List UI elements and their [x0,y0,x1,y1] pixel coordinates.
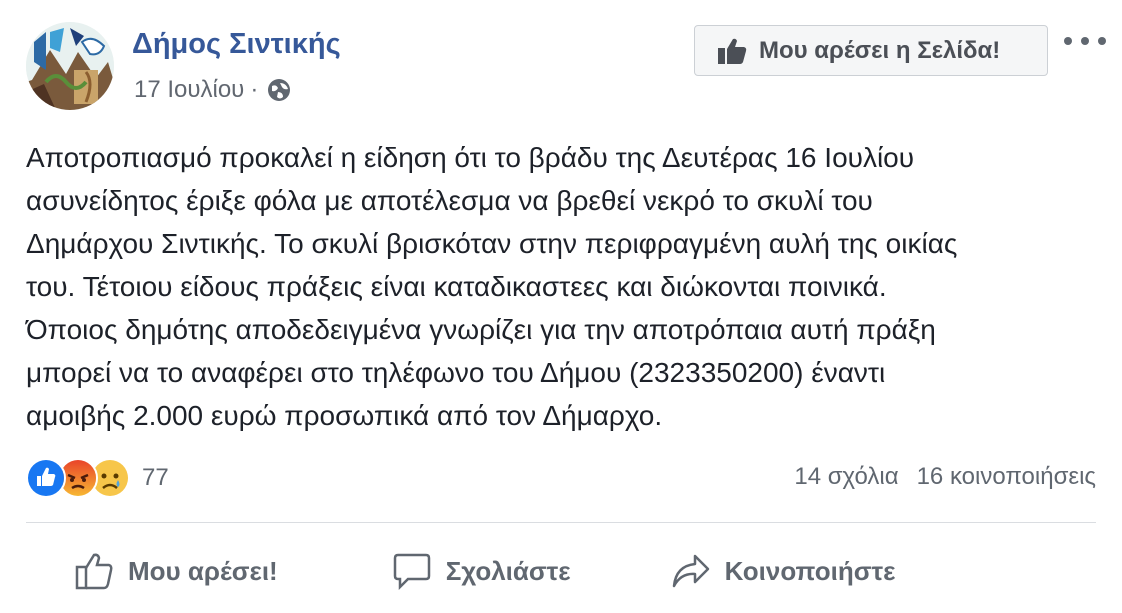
thumbs-up-icon [75,553,113,590]
comments-count-link[interactable]: 14 σχόλια [794,463,898,491]
more-dot-icon [1064,37,1072,45]
post-line: ασυνείδητος έριξε φόλα με αποτέλεσμα να … [26,185,873,216]
post-date[interactable]: 17 Ιουλίου [134,76,244,104]
engagement-counts: 14 σχόλια 16 κοινοποιήσεις [794,463,1096,491]
more-options-button[interactable] [1064,28,1106,54]
post-body: Αποτροπιασμό προκαλεί η είδηση ότι το βρ… [26,136,1106,437]
post-line: Όποιος δημότης αποδεδειγμένα γνωρίζει γι… [26,314,936,345]
like-button[interactable]: Μου αρέσει! [74,538,278,604]
reactions-summary[interactable]: 77 [26,456,169,500]
post-line: αμοιβής 2.000 ευρώ προσωπικά από τον Δήμ… [26,400,663,431]
post-meta: 17 Ιουλίου · [134,76,292,104]
like-page-label: Μου αρέσει η Σελίδα! [759,36,1001,64]
post-line: Δημάρχου Σιντικής. Το σκυλί βρισκόταν στ… [26,228,958,259]
share-button-label: Κοινοποιήστε [724,555,896,586]
post-line: Αποτροπιασμό προκαλεί η είδηση ότι το βρ… [26,142,915,173]
post-actions-bar: Μου αρέσει! Σχολιάστε Κοινοποιήστε [26,538,1096,604]
more-dot-icon [1081,37,1089,45]
municipality-logo [26,22,114,110]
meta-separator: · [250,76,259,103]
comment-button[interactable]: Σχολιάστε [392,538,571,604]
post-header: Δήμος Σιντικής 17 Ιουλίου · Μου αρέσει η… [26,22,1106,112]
shares-count-link[interactable]: 16 κοινοποιήσεις [917,463,1096,491]
divider [26,522,1096,523]
like-reaction-icon [26,458,66,498]
post-line: μπορεί να το αναφέρει στο τηλέφωνο του Δ… [26,357,886,388]
comment-button-label: Σχολιάστε [445,555,571,586]
post-line: του. Τέτοιου είδους πράξεις είναι καταδι… [26,271,887,302]
page-name-link[interactable]: Δήμος Σιντικής [132,28,341,61]
share-button[interactable]: Κοινοποιήστε [671,538,896,604]
thumbs-up-icon [718,38,747,64]
globe-icon [268,79,291,101]
like-page-button[interactable]: Μου αρέσει η Σελίδα! [694,25,1048,76]
share-icon [672,554,709,588]
more-dot-icon [1098,37,1106,45]
page-avatar[interactable] [26,22,114,110]
comment-icon [393,553,430,591]
reaction-count: 77 [142,464,169,491]
like-button-label: Μου αρέσει! [128,555,278,586]
